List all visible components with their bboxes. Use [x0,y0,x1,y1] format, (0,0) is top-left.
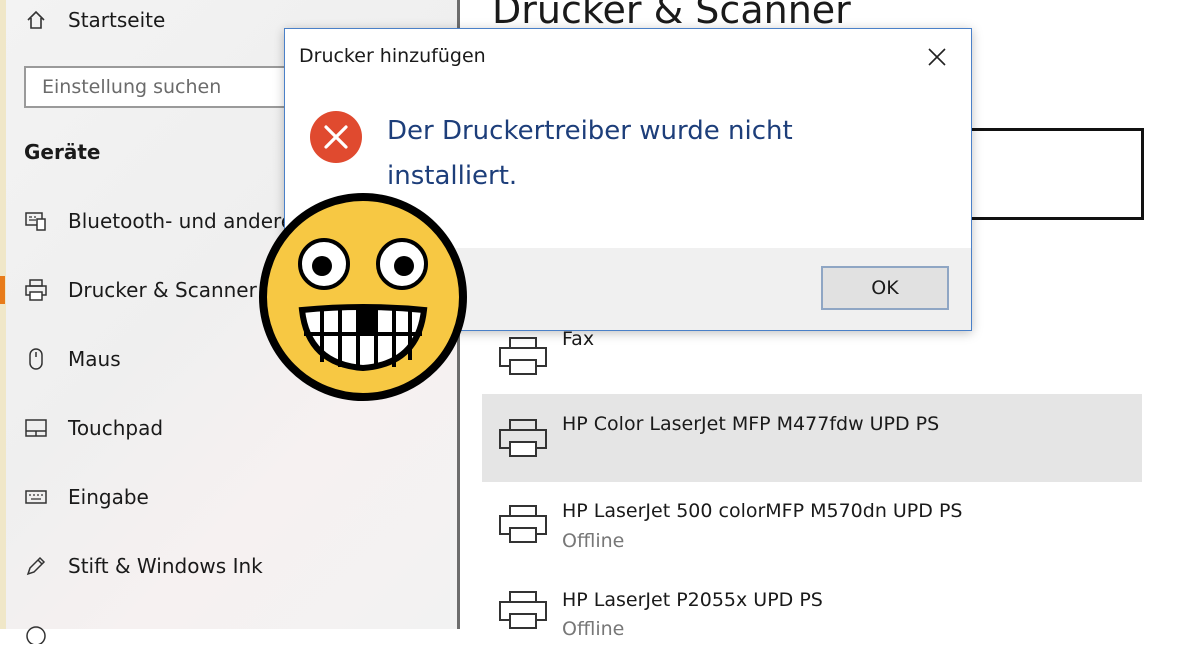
printer-icon [499,337,547,375]
sidebar-item-label: Startseite [68,8,166,32]
sidebar-item-label: Maus [68,347,121,371]
printer-name: HP LaserJet 500 colorMFP M570dn UPD PS [562,500,963,522]
printer-item-hp-laserjet-500[interactable]: HP LaserJet 500 colorMFP M570dn UPD PS O… [482,490,1142,578]
printer-status: Offline [562,618,625,640]
keyboard-icon [24,485,48,509]
dialog-message: Der Druckertreiber wurde nicht installie… [387,116,793,191]
printer-name: HP LaserJet P2055x UPD PS [562,589,823,611]
close-button[interactable] [917,39,957,75]
mouse-icon [24,347,48,371]
section-heading: Geräte [24,140,101,164]
error-icon [310,111,362,163]
ok-button[interactable]: OK [821,266,949,310]
bluetooth-devices-icon [24,209,48,233]
sidebar-item-label: Touchpad [68,416,164,440]
printer-icon [499,419,547,457]
printer-item-hp-color-laserjet[interactable]: HP Color LaserJet MFP M477fdw UPD PS [482,394,1142,482]
close-icon [928,48,946,66]
printer-item-hp-laserjet-p2055x[interactable]: HP LaserJet P2055x UPD PS Offline [482,580,1142,640]
dialog-title: Drucker hinzufügen [299,45,486,67]
sidebar-item-label: Eingabe [68,485,149,509]
printer-icon [499,505,547,543]
printer-status: Offline [562,530,625,552]
grinning-emoji-icon [259,193,467,401]
printer-icon [24,278,48,302]
sidebar-item-label: Stift & Windows Ink [68,554,263,578]
touchpad-icon [24,416,48,440]
printer-name: HP Color LaserJet MFP M477fdw UPD PS [562,413,940,435]
autoplay-icon [24,620,48,644]
printer-name: Fax [562,328,595,350]
pen-icon [24,554,48,578]
home-icon [24,8,48,32]
sidebar-item-label: Drucker & Scanner [68,278,257,302]
printer-icon [499,591,547,629]
